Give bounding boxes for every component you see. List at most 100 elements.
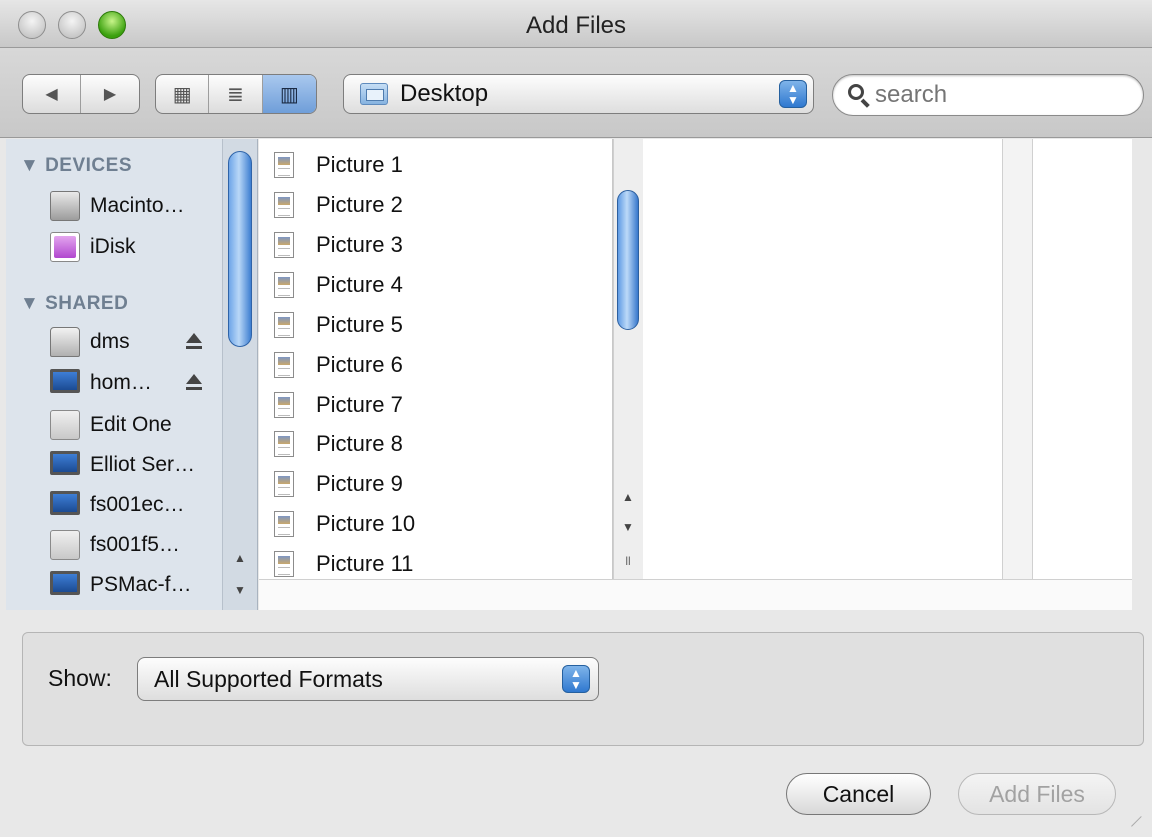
file-row-picture-11[interactable]: Picture 11: [259, 544, 609, 579]
image-file-icon: [274, 352, 294, 378]
add-files-button[interactable]: Add Files: [958, 773, 1116, 815]
monitor-icon: [50, 571, 80, 595]
sidebar-item-psmac[interactable]: PSMac-f…: [6, 566, 220, 604]
sidebar-item-idisk[interactable]: iDisk: [6, 228, 220, 266]
file-column-scroll-thumb[interactable]: [617, 190, 639, 330]
file-row-picture-3[interactable]: Picture 3: [259, 225, 609, 265]
sidebar-scroll-thumb[interactable]: [228, 151, 252, 347]
sidebar-item-dms[interactable]: dms: [6, 323, 220, 361]
column-view-icon: ▥: [279, 83, 299, 106]
horizontal-scrollbar[interactable]: [259, 579, 1132, 610]
image-file-icon: [274, 511, 294, 537]
file-column-scroll-up-arrow[interactable]: ▲: [617, 486, 639, 508]
icon-view-button[interactable]: ▦: [156, 75, 210, 113]
sidebar-item-edit-one[interactable]: Edit One: [6, 406, 220, 444]
image-file-icon: [274, 272, 294, 298]
file-name: Picture 3: [316, 232, 403, 257]
format-select[interactable]: All Supported Formats ▲ ▼: [137, 657, 599, 701]
file-row-picture-9[interactable]: Picture 9: [259, 464, 609, 504]
image-file-icon: [274, 431, 294, 457]
file-row-picture-8[interactable]: Picture 8: [259, 424, 609, 464]
sidebar-section-shared[interactable]: ▼ SHARED: [20, 293, 128, 315]
file-name: Picture 1: [316, 152, 403, 177]
sidebar-item-label: PSMac-f…: [90, 573, 192, 596]
image-file-icon: [274, 392, 294, 418]
monitor-icon: [50, 451, 80, 475]
file-row-picture-6[interactable]: Picture 6: [259, 345, 609, 385]
file-name: Picture 8: [316, 431, 403, 456]
sidebar-item-label: iDisk: [90, 235, 136, 258]
cancel-button[interactable]: Cancel: [786, 773, 931, 815]
sidebar-item-label: hom…: [90, 371, 152, 394]
image-file-icon: [274, 312, 294, 338]
file-name: Picture 10: [316, 511, 416, 536]
navigation-buttons: ◀ ▶: [22, 74, 140, 114]
sidebar: ▼ DEVICES Macinto… iDisk ▼ SHARED dms ho…: [6, 139, 258, 610]
file-row-picture-7[interactable]: Picture 7: [259, 385, 609, 425]
popup-arrows-icon: ▲ ▼: [562, 665, 590, 693]
sidebar-item-macintosh-hd[interactable]: Macinto…: [6, 187, 220, 225]
forward-button[interactable]: ▶: [81, 75, 139, 113]
forward-arrow-icon: ▶: [103, 86, 117, 103]
monitor-icon: [50, 369, 80, 393]
back-arrow-icon: ◀: [45, 86, 58, 103]
server-icon: [50, 327, 80, 357]
show-label: Show:: [48, 665, 112, 691]
empty-column-right: [1033, 139, 1132, 579]
column-view-button[interactable]: ▥: [262, 75, 316, 113]
sidebar-scroll-down-arrow[interactable]: ▼: [228, 579, 252, 601]
column-divider: [1003, 139, 1033, 579]
eject-icon[interactable]: [184, 332, 204, 352]
file-name: Picture 4: [316, 272, 403, 297]
window-title: Add Files: [525, 12, 627, 39]
eject-icon[interactable]: [184, 373, 204, 393]
sidebar-item-label: Elliot Ser…: [90, 453, 196, 476]
image-file-icon: [274, 192, 294, 218]
toolbar: ◀ ▶ ▦ ≣ ▥ Desktop ▲ ▼: [0, 48, 1152, 138]
sidebar-item-label: fs001ec…: [90, 493, 185, 516]
file-row-picture-2[interactable]: Picture 2: [259, 185, 609, 225]
image-file-icon: [274, 232, 294, 258]
sidebar-section-devices[interactable]: ▼ DEVICES: [20, 155, 132, 177]
search-input[interactable]: [875, 81, 1125, 109]
back-button[interactable]: ◀: [23, 75, 82, 113]
sidebar-item-label: fs001f5…: [90, 533, 180, 556]
location-popup[interactable]: Desktop ▲ ▼: [343, 74, 814, 114]
idisk-icon: [50, 232, 80, 262]
file-name: Picture 6: [316, 352, 403, 377]
file-row-picture-5[interactable]: Picture 5: [259, 305, 609, 345]
sidebar-item-fs001f5[interactable]: fs001f5…: [6, 526, 220, 564]
list-view-button[interactable]: ≣: [209, 75, 263, 113]
file-name: Picture 2: [316, 192, 403, 217]
empty-column: [643, 139, 1003, 579]
sidebar-item-label: Macinto…: [90, 194, 185, 217]
list-view-icon: ≣: [227, 83, 244, 106]
sidebar-item-elliot-server[interactable]: Elliot Ser…: [6, 446, 220, 484]
search-field[interactable]: [832, 74, 1144, 116]
sidebar-item-fs001ec[interactable]: fs001ec…: [6, 486, 220, 524]
sidebar-scroll-up-arrow[interactable]: ▲: [228, 547, 252, 569]
file-name: Picture 9: [316, 471, 403, 496]
image-file-icon: [274, 471, 294, 497]
file-column: Picture 1 Picture 2 Picture 3 Picture 4 …: [259, 139, 613, 579]
image-file-icon: [274, 152, 294, 178]
generic-computer-icon: [50, 530, 80, 560]
title-bar: Add Files: [0, 0, 1152, 48]
file-column-scroll-down-arrow[interactable]: ▼: [617, 516, 639, 538]
popup-arrows-icon: ▲ ▼: [779, 80, 807, 108]
sidebar-item-label: Edit One: [90, 413, 172, 436]
file-row-picture-4[interactable]: Picture 4: [259, 265, 609, 305]
file-name: Picture 5: [316, 312, 403, 337]
monitor-icon: [50, 491, 80, 515]
generic-computer-icon: [50, 410, 80, 440]
hard-drive-icon: [50, 191, 80, 221]
column-resize-handle[interactable]: ll: [617, 550, 639, 572]
file-name: Picture 11: [316, 551, 414, 576]
image-file-icon: [274, 551, 294, 577]
window-resize-grip[interactable]: [1131, 816, 1151, 836]
browser-right-edge: [1132, 139, 1152, 610]
file-row-picture-10[interactable]: Picture 10: [259, 504, 609, 544]
search-icon: [845, 81, 873, 109]
file-row-picture-1[interactable]: Picture 1: [259, 145, 609, 185]
sidebar-item-home[interactable]: hom…: [6, 364, 220, 402]
